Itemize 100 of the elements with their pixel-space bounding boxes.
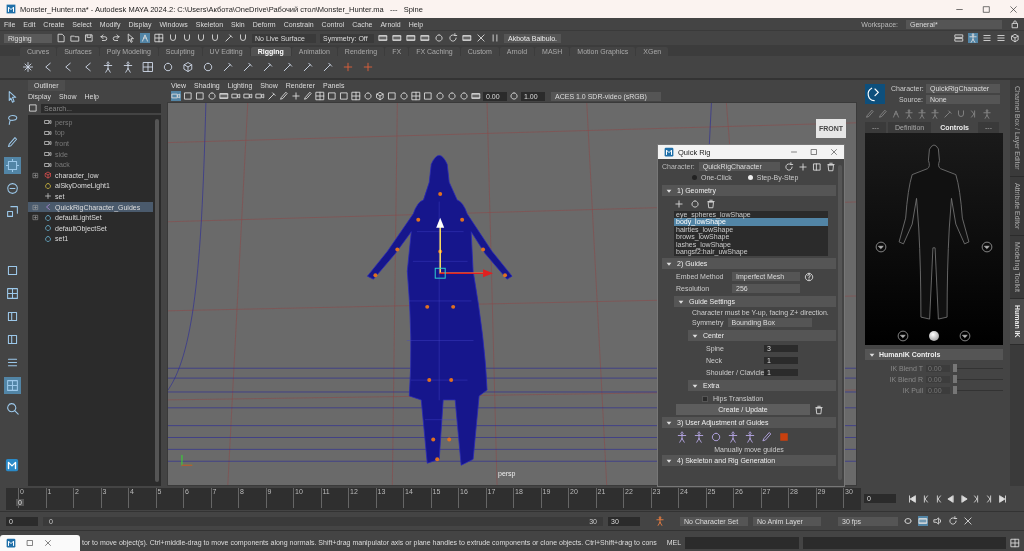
camera-icon[interactable]	[255, 91, 265, 101]
trash-icon[interactable]	[826, 161, 836, 172]
help-icon[interactable]	[804, 271, 814, 282]
chevron-icon[interactable]	[42, 61, 54, 73]
brush-icon[interactable]	[303, 91, 313, 101]
cube-icon[interactable]	[182, 61, 194, 73]
play-icon[interactable]	[959, 493, 969, 504]
pause-icon[interactable]	[490, 33, 500, 43]
camera-icon[interactable]	[243, 91, 253, 101]
joint-star-icon[interactable]	[22, 61, 34, 73]
trash-icon[interactable]	[814, 404, 824, 415]
film-icon[interactable]	[406, 33, 416, 43]
camera-icon[interactable]	[231, 91, 241, 101]
disclosure-triangle-icon[interactable]	[692, 332, 698, 339]
square-icon[interactable]	[339, 91, 349, 101]
restore-icon[interactable]	[26, 539, 34, 547]
figure-icon[interactable]	[727, 431, 739, 443]
select-arrow-icon[interactable]	[126, 33, 136, 43]
film-icon[interactable]	[378, 33, 388, 43]
expand-icon[interactable]	[32, 171, 39, 179]
trash-icon[interactable]	[706, 198, 716, 209]
refresh-icon[interactable]	[948, 516, 958, 526]
close-icon[interactable]	[830, 148, 838, 156]
layers-icon[interactable]	[954, 33, 964, 43]
cube-icon[interactable]	[1010, 33, 1020, 43]
slider-thumb[interactable]	[953, 375, 957, 383]
sphere-icon[interactable]	[929, 331, 939, 341]
film-icon[interactable]	[471, 91, 481, 101]
folder-icon[interactable]	[70, 33, 80, 43]
slider-thumb[interactable]	[953, 386, 957, 394]
film-icon[interactable]	[392, 33, 402, 43]
redo-icon[interactable]	[112, 33, 122, 43]
move-manipulator-icon[interactable]	[434, 217, 494, 279]
chevron-icon[interactable]	[82, 61, 94, 73]
plus-icon[interactable]	[798, 161, 808, 172]
dropdown-circle-icon[interactable]	[875, 241, 887, 253]
command-line-field[interactable]	[685, 536, 800, 549]
brush-icon[interactable]	[761, 431, 773, 443]
bars-icon[interactable]	[996, 33, 1006, 43]
key-figure-icon[interactable]	[655, 516, 665, 526]
close-icon[interactable]	[44, 539, 52, 547]
film-icon[interactable]	[918, 516, 928, 526]
layout-icon[interactable]	[3, 377, 21, 394]
magnet-icon[interactable]	[238, 33, 248, 43]
square-icon[interactable]	[327, 91, 337, 101]
square-icon[interactable]	[183, 91, 193, 101]
filter-icon[interactable]	[28, 103, 38, 113]
script-editor-icon[interactable]	[1010, 537, 1020, 548]
bars-icon[interactable]	[982, 33, 992, 43]
expand-icon[interactable]	[32, 214, 39, 222]
human-ik-logo-icon[interactable]	[865, 84, 885, 104]
save-icon[interactable]	[84, 33, 94, 43]
pin-icon[interactable]	[943, 109, 953, 119]
maximize-icon[interactable]	[810, 148, 818, 156]
figure-icon[interactable]	[676, 431, 688, 443]
magnet-icon[interactable]	[956, 109, 966, 119]
taskbar-preview[interactable]	[0, 535, 80, 551]
lock-icon[interactable]	[1010, 19, 1020, 29]
grid-icon[interactable]	[351, 91, 361, 101]
maximize-icon[interactable]	[982, 4, 991, 14]
film-icon[interactable]	[462, 33, 472, 43]
command-result-field[interactable]	[803, 536, 1006, 549]
close-icon[interactable]	[1009, 4, 1018, 14]
disclosure-triangle-icon[interactable]	[692, 382, 698, 389]
cube-icon[interactable]	[375, 91, 385, 101]
grid-icon[interactable]	[142, 61, 154, 73]
refresh-icon[interactable]	[784, 161, 794, 172]
brush-icon[interactable]	[279, 91, 289, 101]
loop-icon[interactable]	[903, 516, 913, 526]
disclosure-triangle-icon[interactable]	[666, 457, 672, 464]
panel-icon[interactable]	[812, 161, 822, 172]
square-icon[interactable]	[423, 91, 433, 101]
disclosure-triangle-icon[interactable]	[678, 298, 684, 305]
dropdown-circle-icon[interactable]	[959, 330, 971, 342]
move-tool-icon[interactable]	[3, 157, 21, 174]
disclosure-triangle-icon[interactable]	[666, 419, 672, 426]
chevron-icon[interactable]	[62, 61, 74, 73]
square-icon[interactable]	[195, 91, 205, 101]
speaker-icon[interactable]	[933, 516, 943, 526]
dropdown-circle-icon[interactable]	[897, 330, 909, 342]
undo-icon[interactable]	[98, 33, 108, 43]
disclosure-triangle-icon[interactable]	[666, 187, 672, 194]
grid-icon[interactable]	[154, 33, 164, 43]
checkbox[interactable]	[702, 395, 708, 402]
disclosure-triangle-icon[interactable]	[666, 260, 672, 267]
film-icon[interactable]	[420, 33, 430, 43]
skip-to-end-icon[interactable]	[998, 493, 1008, 504]
refresh-icon[interactable]	[448, 33, 458, 43]
grid-icon[interactable]	[315, 91, 325, 101]
figure-icon[interactable]	[744, 431, 756, 443]
film-icon[interactable]	[219, 91, 229, 101]
slider-thumb[interactable]	[953, 364, 957, 372]
figure-icon[interactable]	[693, 431, 705, 443]
grid-icon[interactable]	[411, 91, 421, 101]
skip-to-start-icon[interactable]	[907, 493, 917, 504]
play-backward-icon[interactable]	[946, 493, 956, 504]
disclosure-triangle-icon[interactable]	[869, 351, 875, 358]
app-logo-icon[interactable]	[5, 458, 19, 472]
square-icon[interactable]	[387, 91, 397, 101]
new-file-icon[interactable]	[56, 33, 66, 43]
